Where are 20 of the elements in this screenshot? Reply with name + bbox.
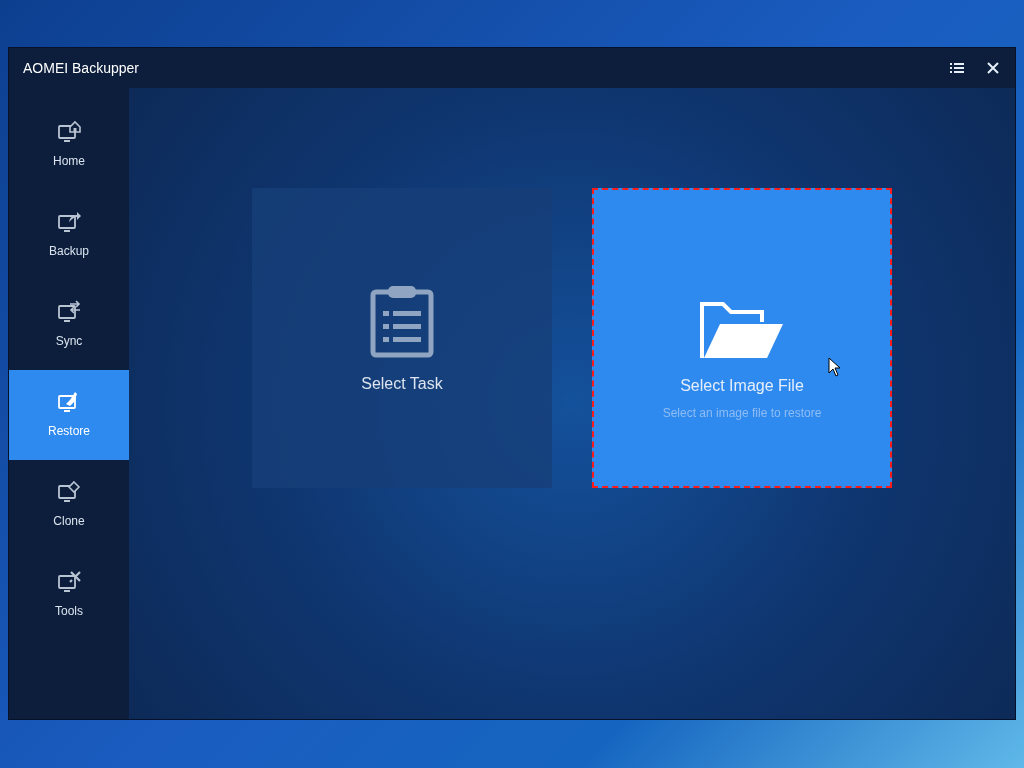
option-card[interactable]: Select Task xyxy=(252,188,552,488)
tools-icon xyxy=(56,570,82,594)
sidebar-item[interactable]: Home xyxy=(9,100,129,190)
clone-icon xyxy=(56,480,82,504)
sidebar-item[interactable]: Sync xyxy=(9,280,129,370)
folder-icon xyxy=(700,302,784,360)
clipboard-icon xyxy=(370,284,434,358)
sidebar-item[interactable]: Tools xyxy=(9,550,129,640)
window-title: AOMEI Backupper xyxy=(23,58,139,78)
sync-icon xyxy=(56,300,82,324)
sidebar-item[interactable]: Clone xyxy=(9,460,129,550)
upload-icon xyxy=(56,210,82,234)
close-icon[interactable] xyxy=(985,60,1001,76)
card-title: Select Image File xyxy=(680,376,804,396)
menu-icon[interactable] xyxy=(949,60,965,76)
home-icon xyxy=(56,120,82,144)
card-title: Select Task xyxy=(361,374,443,394)
cursor-icon xyxy=(828,357,841,377)
card-subtitle: Select an image file to restore xyxy=(662,405,822,422)
sidebar-item[interactable]: Backup xyxy=(9,190,129,280)
